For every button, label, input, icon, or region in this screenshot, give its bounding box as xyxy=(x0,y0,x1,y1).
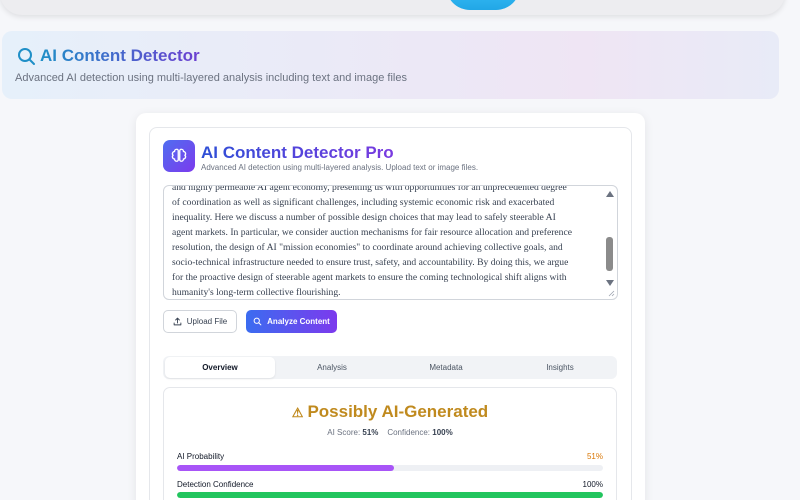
verdict-text: Possibly AI-Generated xyxy=(307,402,489,421)
ai-probability-fill xyxy=(177,465,395,471)
score-summary: AI Score: 51% Confidence: 100% xyxy=(163,428,617,437)
text-line: of coordination as well as significant c… xyxy=(172,197,555,208)
app-subtitle: Advanced AI detection using multi-layere… xyxy=(201,163,479,172)
result-tabs: Overview Analysis Metadata Insights xyxy=(163,356,617,379)
detection-confidence-bar xyxy=(177,492,603,498)
scroll-up-icon[interactable] xyxy=(606,191,614,197)
scroll-down-icon[interactable] xyxy=(606,280,614,286)
content-input[interactable]: and highly permeable AI agent economy, p… xyxy=(163,185,618,300)
search-icon xyxy=(253,317,262,326)
ai-probability-bar xyxy=(177,465,603,471)
upload-icon xyxy=(173,317,182,326)
text-line: humanity's long-term collective flourish… xyxy=(172,287,341,298)
tab-analysis[interactable]: Analysis xyxy=(277,357,387,378)
page-subtitle: Advanced AI detection using multi-layere… xyxy=(15,72,407,84)
top-bar xyxy=(0,0,785,15)
ai-score-label: AI Score: xyxy=(327,428,361,437)
confidence-value: 100% xyxy=(432,428,453,437)
text-line: agent markets. In particular, we conside… xyxy=(172,227,572,238)
upload-file-button[interactable]: Upload File xyxy=(163,310,237,333)
tab-overview[interactable]: Overview xyxy=(165,357,275,378)
detection-confidence-label: Detection Confidence xyxy=(177,480,254,489)
textarea-scrollbar[interactable] xyxy=(603,186,617,299)
brain-icon xyxy=(163,140,195,172)
detection-confidence-fill xyxy=(177,492,603,498)
search-icon xyxy=(18,48,35,65)
resize-grip-icon[interactable] xyxy=(608,290,615,297)
analyze-content-button[interactable]: Analyze Content xyxy=(246,310,337,333)
confidence-label: Confidence: xyxy=(387,428,431,437)
text-line: and highly permeable AI agent economy, p… xyxy=(172,185,567,193)
warning-icon: ⚠ xyxy=(291,405,304,420)
text-line: socio-technical infrastructure needed to… xyxy=(172,257,569,268)
scroll-thumb[interactable] xyxy=(606,237,613,271)
detection-confidence-value: 100% xyxy=(582,480,603,489)
upload-file-label: Upload File xyxy=(186,317,228,326)
tab-metadata[interactable]: Metadata xyxy=(391,357,501,378)
page-title: AI Content Detector xyxy=(40,46,200,65)
tab-insights[interactable]: Insights xyxy=(505,357,615,378)
text-line: for the proactive design of steerable ag… xyxy=(172,272,567,283)
ai-score-value: 51% xyxy=(362,428,379,437)
ai-probability-value: 51% xyxy=(586,452,603,461)
text-line: resolution, the design of AI "mission ec… xyxy=(172,242,563,253)
analyze-content-label: Analyze Content xyxy=(267,317,330,326)
verdict-heading: ⚠ Possibly AI-Generated xyxy=(163,402,617,422)
text-line: inequality. Here we discuss a number of … xyxy=(172,212,556,223)
content-text: and highly permeable AI agent economy, p… xyxy=(172,185,600,299)
ai-probability-label: AI Probability xyxy=(177,452,225,461)
app-title: AI Content Detector Pro xyxy=(201,143,394,162)
